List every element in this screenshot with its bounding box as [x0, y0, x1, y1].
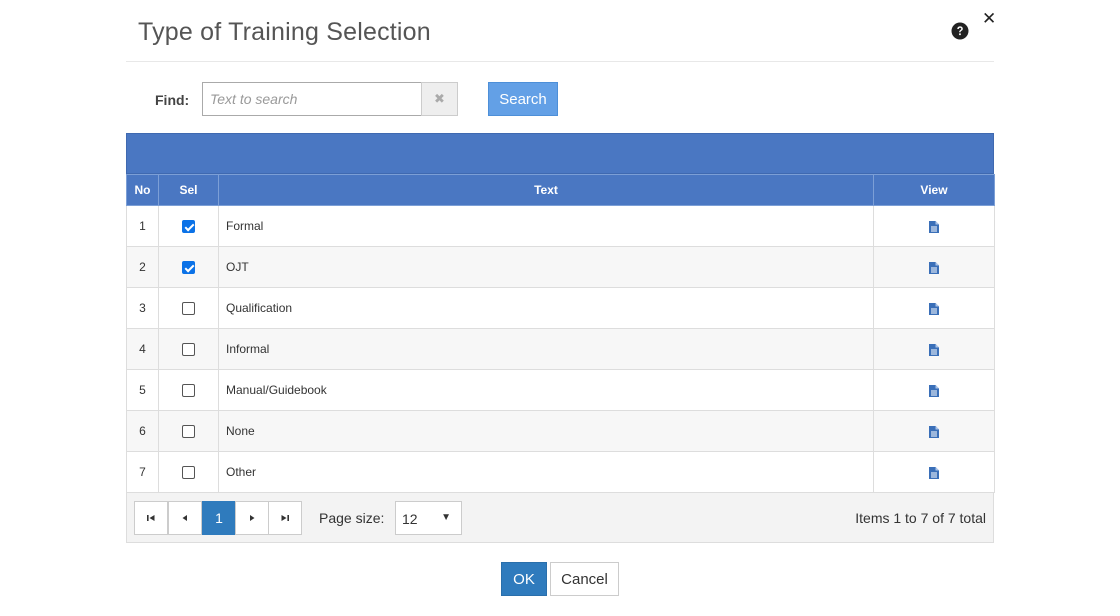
- grid-table: No Sel Text View 1 Formal 2 OJT 3 Qualificati…: [126, 174, 995, 493]
- grid-header-row: No Sel Text View: [126, 174, 995, 206]
- row-text: Other: [218, 451, 874, 493]
- row-view-cell: [873, 410, 995, 452]
- row-select-checkbox[interactable]: [182, 466, 195, 480]
- row-view-cell: [873, 451, 995, 493]
- table-row[interactable]: 7 Other: [126, 451, 995, 493]
- last-page-icon: [281, 515, 289, 521]
- document-icon[interactable]: [929, 220, 939, 233]
- document-icon[interactable]: [929, 261, 939, 274]
- table-row[interactable]: 3 Qualification: [126, 287, 995, 329]
- row-select-cell: [158, 205, 219, 247]
- row-view-cell: [873, 369, 995, 411]
- row-number: 2: [126, 246, 159, 288]
- clear-search-button[interactable]: ✖: [421, 82, 458, 116]
- row-view-cell: [873, 328, 995, 370]
- row-select-checkbox[interactable]: [182, 425, 195, 439]
- table-row[interactable]: 1 Formal: [126, 205, 995, 247]
- prev-page-icon: [182, 515, 187, 521]
- column-header-text[interactable]: Text: [218, 174, 874, 206]
- page-size-label: Page size:: [319, 510, 385, 526]
- page-button-current[interactable]: 1: [202, 501, 236, 535]
- first-page-button[interactable]: [134, 501, 168, 535]
- last-page-button[interactable]: [268, 501, 302, 535]
- grid-group-band: [126, 133, 994, 174]
- row-text: Qualification: [218, 287, 874, 329]
- row-view-cell: [873, 205, 995, 247]
- selection-grid: No Sel Text View 1 Formal 2 OJT 3 Qualificati…: [126, 133, 995, 493]
- search-button[interactable]: Search: [488, 82, 558, 116]
- row-select-cell: [158, 451, 219, 493]
- row-select-checkbox[interactable]: [182, 261, 195, 275]
- document-icon[interactable]: [929, 425, 939, 438]
- search-input[interactable]: [202, 82, 422, 116]
- clear-x-icon: ✖: [434, 91, 445, 106]
- row-number: 1: [126, 205, 159, 247]
- row-number: 6: [126, 410, 159, 452]
- table-row[interactable]: 6 None: [126, 410, 995, 452]
- title-divider: [126, 61, 994, 62]
- row-text: None: [218, 410, 874, 452]
- question-circle-icon[interactable]: [951, 22, 969, 40]
- row-select-cell: [158, 410, 219, 452]
- prev-page-button[interactable]: [168, 501, 202, 535]
- row-select-cell: [158, 287, 219, 329]
- table-row[interactable]: 2 OJT: [126, 246, 995, 288]
- document-icon[interactable]: [929, 384, 939, 397]
- next-page-button[interactable]: [235, 501, 269, 535]
- row-select-checkbox[interactable]: [182, 384, 195, 398]
- row-text: Informal: [218, 328, 874, 370]
- page-size-value: 12: [402, 511, 418, 527]
- row-view-cell: [873, 246, 995, 288]
- row-select-checkbox[interactable]: [182, 302, 195, 316]
- dropdown-arrow-icon: ▼: [441, 512, 451, 523]
- row-select-checkbox[interactable]: [182, 220, 195, 234]
- document-icon[interactable]: [929, 302, 939, 315]
- pager: 1 Page size: 12 ▼ Items 1 to 7 of 7 tota…: [126, 493, 994, 543]
- ok-button[interactable]: OK: [501, 562, 547, 596]
- row-select-cell: [158, 246, 219, 288]
- table-row[interactable]: 5 Manual/Guidebook: [126, 369, 995, 411]
- row-number: 4: [126, 328, 159, 370]
- column-header-no[interactable]: No: [126, 174, 159, 206]
- items-count-info: Items 1 to 7 of 7 total: [855, 510, 986, 526]
- row-text: OJT: [218, 246, 874, 288]
- row-text: Manual/Guidebook: [218, 369, 874, 411]
- first-page-icon: [147, 515, 155, 521]
- dialog-title: Type of Training Selection: [138, 18, 431, 46]
- row-number: 5: [126, 369, 159, 411]
- row-select-checkbox[interactable]: [182, 343, 195, 357]
- row-number: 7: [126, 451, 159, 493]
- table-row[interactable]: 4 Informal: [126, 328, 995, 370]
- next-page-icon: [250, 515, 255, 521]
- document-icon[interactable]: [929, 343, 939, 356]
- column-header-sel[interactable]: Sel: [158, 174, 219, 206]
- close-icon[interactable]: ✕: [982, 9, 996, 29]
- page-size-select[interactable]: 12 ▼: [395, 501, 462, 535]
- row-view-cell: [873, 287, 995, 329]
- row-select-cell: [158, 369, 219, 411]
- row-text: Formal: [218, 205, 874, 247]
- row-number: 3: [126, 287, 159, 329]
- column-header-view[interactable]: View: [873, 174, 995, 206]
- find-label: Find:: [155, 92, 190, 108]
- row-select-cell: [158, 328, 219, 370]
- grid-body: 1 Formal 2 OJT 3 Qualification 4 Informal 5 Manua…: [126, 205, 995, 493]
- cancel-button[interactable]: Cancel: [550, 562, 619, 596]
- document-icon[interactable]: [929, 466, 939, 479]
